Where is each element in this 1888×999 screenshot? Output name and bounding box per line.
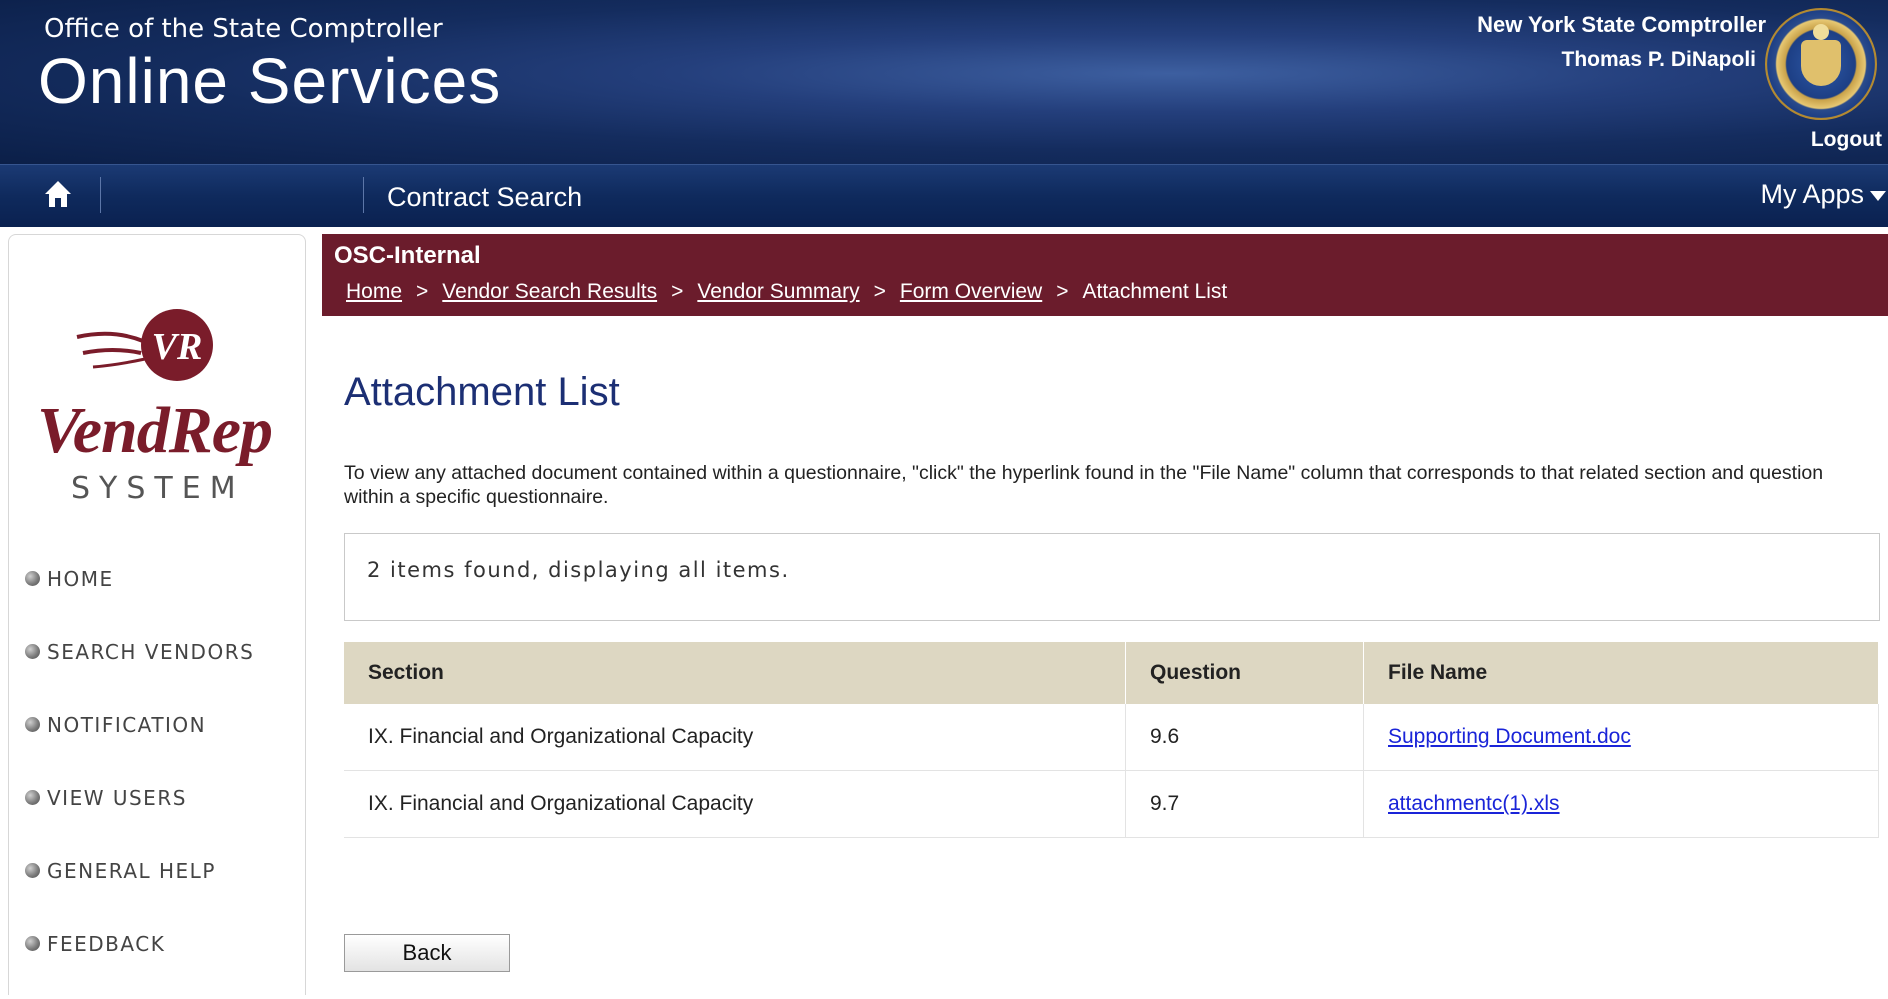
instructions-text: To view any attached document contained … bbox=[344, 462, 1824, 508]
breadcrumb-vendor-search-results[interactable]: Vendor Search Results bbox=[442, 280, 657, 303]
bullet-icon bbox=[25, 717, 40, 732]
nav-divider bbox=[100, 177, 101, 213]
office-line: Office of the State Comptroller bbox=[44, 14, 443, 44]
items-found-text: 2 items found, displaying all items. bbox=[367, 558, 790, 582]
back-button[interactable]: Back bbox=[344, 934, 510, 972]
attachment-table: Section Question File Name IX. Financial… bbox=[344, 642, 1879, 838]
seal-eagle bbox=[1813, 24, 1829, 40]
vendrep-subtitle: SYSTEM bbox=[71, 471, 245, 506]
sidebar-item-label[interactable]: SEARCH VENDORS bbox=[47, 640, 254, 664]
file-name-cell: Supporting Document.doc bbox=[1363, 704, 1879, 771]
my-apps-menu[interactable]: My Apps bbox=[1760, 179, 1864, 210]
vendrep-logo-icon: VR bbox=[76, 309, 213, 381]
home-icon[interactable] bbox=[44, 179, 72, 209]
vendrep-title: VendRep bbox=[37, 394, 273, 467]
contract-search-link[interactable]: Contract Search bbox=[387, 182, 582, 213]
bullet-icon bbox=[25, 790, 40, 805]
file-link[interactable]: Supporting Document.doc bbox=[1388, 725, 1631, 748]
logo-badge-text: VR bbox=[152, 326, 203, 368]
table-row: IX. Financial and Organizational Capacit… bbox=[344, 704, 1879, 771]
logout-link[interactable]: Logout bbox=[1811, 128, 1882, 152]
top-navbar: Contract Search My Apps bbox=[0, 164, 1888, 227]
breadcrumb-separator: > bbox=[1056, 280, 1069, 303]
breadcrumb-form-overview[interactable]: Form Overview bbox=[900, 280, 1042, 303]
question-cell: 9.6 bbox=[1125, 704, 1364, 771]
section-cell: IX. Financial and Organizational Capacit… bbox=[344, 704, 1126, 771]
breadcrumb-vendor-summary[interactable]: Vendor Summary bbox=[697, 280, 859, 303]
question-cell: 9.7 bbox=[1125, 770, 1364, 838]
bullet-icon bbox=[25, 863, 40, 878]
table-row: IX. Financial and Organizational Capacit… bbox=[344, 770, 1879, 838]
comptroller-title: New York State Comptroller bbox=[1477, 12, 1766, 37]
nav-divider bbox=[363, 177, 364, 213]
results-summary-box: 2 items found, displaying all items. bbox=[344, 533, 1880, 621]
sidebar-item-label[interactable]: FEEDBACK bbox=[47, 932, 165, 956]
sidebar: VR VendRep SYSTEM HOME SEARCH VENDORS NO… bbox=[8, 234, 306, 995]
bullet-icon bbox=[25, 571, 40, 586]
state-seal-logo bbox=[1765, 8, 1877, 120]
bullet-icon bbox=[25, 644, 40, 659]
sidebar-item-label[interactable]: HOME bbox=[47, 567, 114, 591]
breadcrumb-separator: > bbox=[416, 280, 429, 303]
breadcrumb-home[interactable]: Home bbox=[346, 280, 402, 303]
chevron-down-icon[interactable] bbox=[1870, 191, 1886, 201]
seal-shield bbox=[1801, 40, 1841, 86]
column-header-section[interactable]: Section bbox=[344, 642, 1126, 704]
context-bar: OSC-Internal Home > Vendor Search Results >… bbox=[322, 234, 1888, 316]
app-title: Online Services bbox=[38, 45, 502, 117]
file-name-cell: attachmentc(1).xls bbox=[1363, 770, 1879, 838]
app-header: Office of the State Comptroller Online S… bbox=[0, 0, 1888, 164]
comptroller-name: Thomas P. DiNapoli bbox=[1561, 48, 1757, 71]
breadcrumb-current: Attachment List bbox=[1082, 280, 1228, 303]
context-name: OSC-Internal bbox=[334, 242, 481, 269]
column-header-file-name[interactable]: File Name bbox=[1363, 642, 1879, 704]
table-header-row: Section Question File Name bbox=[344, 642, 1879, 704]
breadcrumb-separator: > bbox=[671, 280, 684, 303]
sidebar-item-label[interactable]: NOTIFICATION bbox=[47, 713, 206, 737]
file-link[interactable]: attachmentc(1).xls bbox=[1388, 792, 1560, 815]
section-cell: IX. Financial and Organizational Capacit… bbox=[344, 770, 1126, 838]
page-title: Attachment List bbox=[344, 370, 620, 414]
breadcrumb-separator: > bbox=[873, 280, 886, 303]
breadcrumb: Home > Vendor Search Results > Vendor Summar… bbox=[346, 280, 1227, 304]
column-header-question[interactable]: Question bbox=[1125, 642, 1364, 704]
sidebar-item-label[interactable]: VIEW USERS bbox=[47, 786, 187, 810]
bullet-icon bbox=[25, 936, 40, 951]
sidebar-item-label[interactable]: GENERAL HELP bbox=[47, 859, 216, 883]
